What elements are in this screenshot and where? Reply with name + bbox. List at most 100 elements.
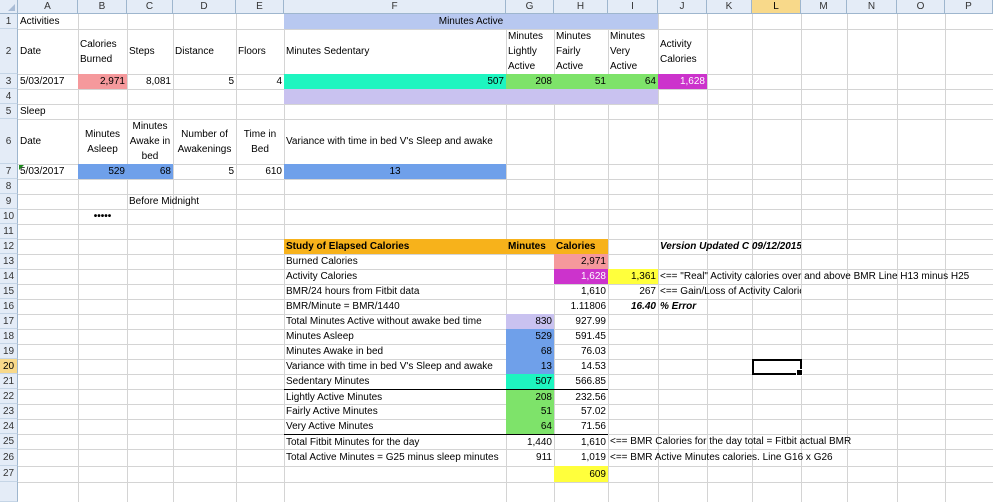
cell-g23[interactable]: 51 [506, 404, 554, 419]
cell-i2[interactable]: Minutes Very Active [608, 29, 658, 74]
cell-f18[interactable]: Minutes Asleep [284, 329, 506, 344]
cell-f19[interactable]: Minutes Awake in bed [284, 344, 506, 359]
row-header-26[interactable]: 26 [0, 449, 18, 466]
cell-b3[interactable]: 2,971 [78, 74, 127, 89]
column-header-b[interactable]: B [78, 0, 127, 14]
cell-j12[interactable]: Version Updated C 09/12/2015 [658, 239, 801, 254]
cell-h15[interactable]: 1,610 [554, 284, 608, 299]
cell-i14[interactable]: 1,361 [608, 269, 658, 284]
cell-h3[interactable]: 51 [554, 74, 608, 89]
column-header-l[interactable]: L [752, 0, 801, 14]
cell-j16[interactable]: % Error [658, 299, 752, 314]
cell-f14[interactable]: Activity Calories [284, 269, 506, 284]
cell-b10[interactable]: ••••• [78, 209, 127, 224]
cell-g12[interactable]: Minutes [506, 239, 554, 254]
column-header-k[interactable]: K [707, 0, 752, 14]
cell-f20[interactable]: Variance with time in bed V's Sleep and … [284, 359, 506, 374]
column-header-n[interactable]: N [847, 0, 897, 14]
row-header-20[interactable]: 20 [0, 359, 18, 374]
cell-f17[interactable]: Total Minutes Active without awake bed t… [284, 314, 506, 329]
cell-f21[interactable]: Sedentary Minutes [284, 374, 506, 389]
cell-b7[interactable]: 529 [78, 164, 127, 179]
cell-g26[interactable]: 911 [506, 449, 554, 466]
cell-h25[interactable]: 1,610 [554, 434, 608, 449]
cell-j2[interactable]: Activity Calories [658, 29, 707, 74]
row-header-25[interactable]: 25 [0, 434, 18, 449]
cell-a5[interactable]: Sleep [18, 104, 78, 119]
cell-j14[interactable]: <== "Real" Activity calories over and ab… [658, 269, 993, 284]
cell-h23[interactable]: 57.02 [554, 404, 608, 419]
cell-d2[interactable]: Distance [173, 29, 236, 74]
cell-f25[interactable]: Total Fitbit Minutes for the day [284, 434, 506, 449]
cell-f7[interactable]: 13 [284, 164, 506, 179]
row-header-8[interactable]: 8 [0, 179, 18, 194]
row-header-1[interactable]: 1 [0, 14, 18, 29]
cell-c2[interactable]: Steps [127, 29, 173, 74]
cell-i15[interactable]: 267 [608, 284, 658, 299]
active-cell-l20[interactable] [752, 359, 803, 376]
cell-f12[interactable]: Study of Elapsed Calories [284, 239, 506, 254]
cell-h26[interactable]: 1,019 [554, 449, 608, 466]
row-header-18[interactable]: 18 [0, 329, 18, 344]
cell-f2[interactable]: Minutes Sedentary [284, 29, 506, 74]
cell-f16[interactable]: BMR/Minute = BMR/1440 [284, 299, 506, 314]
select-all-corner[interactable] [0, 0, 18, 14]
row-header-6[interactable]: 6 [0, 119, 18, 164]
row-header-24[interactable]: 24 [0, 419, 18, 434]
row-header-11[interactable]: 11 [0, 224, 18, 239]
column-header-a[interactable]: A [18, 0, 78, 14]
cell-h12[interactable]: Calories [554, 239, 608, 254]
row-header-2[interactable]: 2 [0, 29, 18, 74]
cell-g22[interactable]: 208 [506, 389, 554, 404]
row-header-22[interactable]: 22 [0, 389, 18, 404]
cell-h14[interactable]: 1,628 [554, 269, 608, 284]
cell-e6[interactable]: Time in Bed [236, 119, 284, 164]
cell-f23[interactable]: Fairly Active Minutes [284, 404, 506, 419]
row-header-10[interactable]: 10 [0, 209, 18, 224]
cell-f1[interactable]: Minutes Active [284, 14, 658, 29]
row-header-12[interactable]: 12 [0, 239, 18, 254]
cell-h16[interactable]: 1.11806 [554, 299, 608, 314]
cell-d7[interactable]: 5 [173, 164, 236, 179]
cell-c9[interactable]: Before Midnight [127, 194, 236, 209]
cell-g24[interactable]: 64 [506, 419, 554, 434]
cell-e7[interactable]: 610 [236, 164, 284, 179]
column-header-e[interactable]: E [236, 0, 284, 14]
cell-f24[interactable]: Very Active Minutes [284, 419, 506, 434]
cell-g18[interactable]: 529 [506, 329, 554, 344]
cell-h20[interactable]: 14.53 [554, 359, 608, 374]
row-header-21[interactable]: 21 [0, 374, 18, 389]
cell-g21[interactable]: 507 [506, 374, 554, 389]
cell-f6[interactable]: Variance with time in bed V's Sleep and … [284, 119, 506, 164]
cell-f15[interactable]: BMR/24 hours from Fitbit data [284, 284, 506, 299]
cell-a1[interactable]: Activities [18, 14, 127, 29]
spreadsheet[interactable]: ABCDEFGHIJKLMNOP 1 2 3 4 5 6 7 8 9 10 11 12 13 14 15 16… [0, 0, 993, 502]
column-header-g[interactable]: G [506, 0, 554, 14]
cell-h19[interactable]: 76.03 [554, 344, 608, 359]
cell-b2[interactable]: Calories Burned [78, 29, 127, 74]
cell-h18[interactable]: 591.45 [554, 329, 608, 344]
row-header-13[interactable]: 13 [0, 254, 18, 269]
cell-f26[interactable]: Total Active Minutes = G25 minus sleep m… [284, 449, 506, 466]
cell-i16[interactable]: 16.40 [608, 299, 658, 314]
cell-d3[interactable]: 5 [173, 74, 236, 89]
row-header-3[interactable]: 3 [0, 74, 18, 89]
row-header-5[interactable]: 5 [0, 104, 18, 119]
cell-i26[interactable]: <== BMR Active Minutes calories. Line G1… [608, 449, 847, 466]
row-header-23[interactable]: 23 [0, 404, 18, 419]
cell-c3[interactable]: 8,081 [127, 74, 173, 89]
column-header-f[interactable]: F [284, 0, 506, 14]
cell-e3[interactable]: 4 [236, 74, 284, 89]
row-header-7[interactable]: 7 [0, 164, 18, 179]
cell-c6[interactable]: Minutes Awake in bed [127, 119, 173, 164]
cell-d6[interactable]: Number of Awakenings [173, 119, 236, 164]
row-header-partial[interactable] [0, 482, 18, 502]
cell-i3[interactable]: 64 [608, 74, 658, 89]
cell-c7[interactable]: 68 [127, 164, 173, 179]
cell-g19[interactable]: 68 [506, 344, 554, 359]
cell-a7[interactable]: 5/03/2017 [18, 164, 78, 179]
row-header-16[interactable]: 16 [0, 299, 18, 314]
row-header-27[interactable]: 27 [0, 466, 18, 482]
column-header-m[interactable]: M [801, 0, 847, 14]
cell-g20[interactable]: 13 [506, 359, 554, 374]
